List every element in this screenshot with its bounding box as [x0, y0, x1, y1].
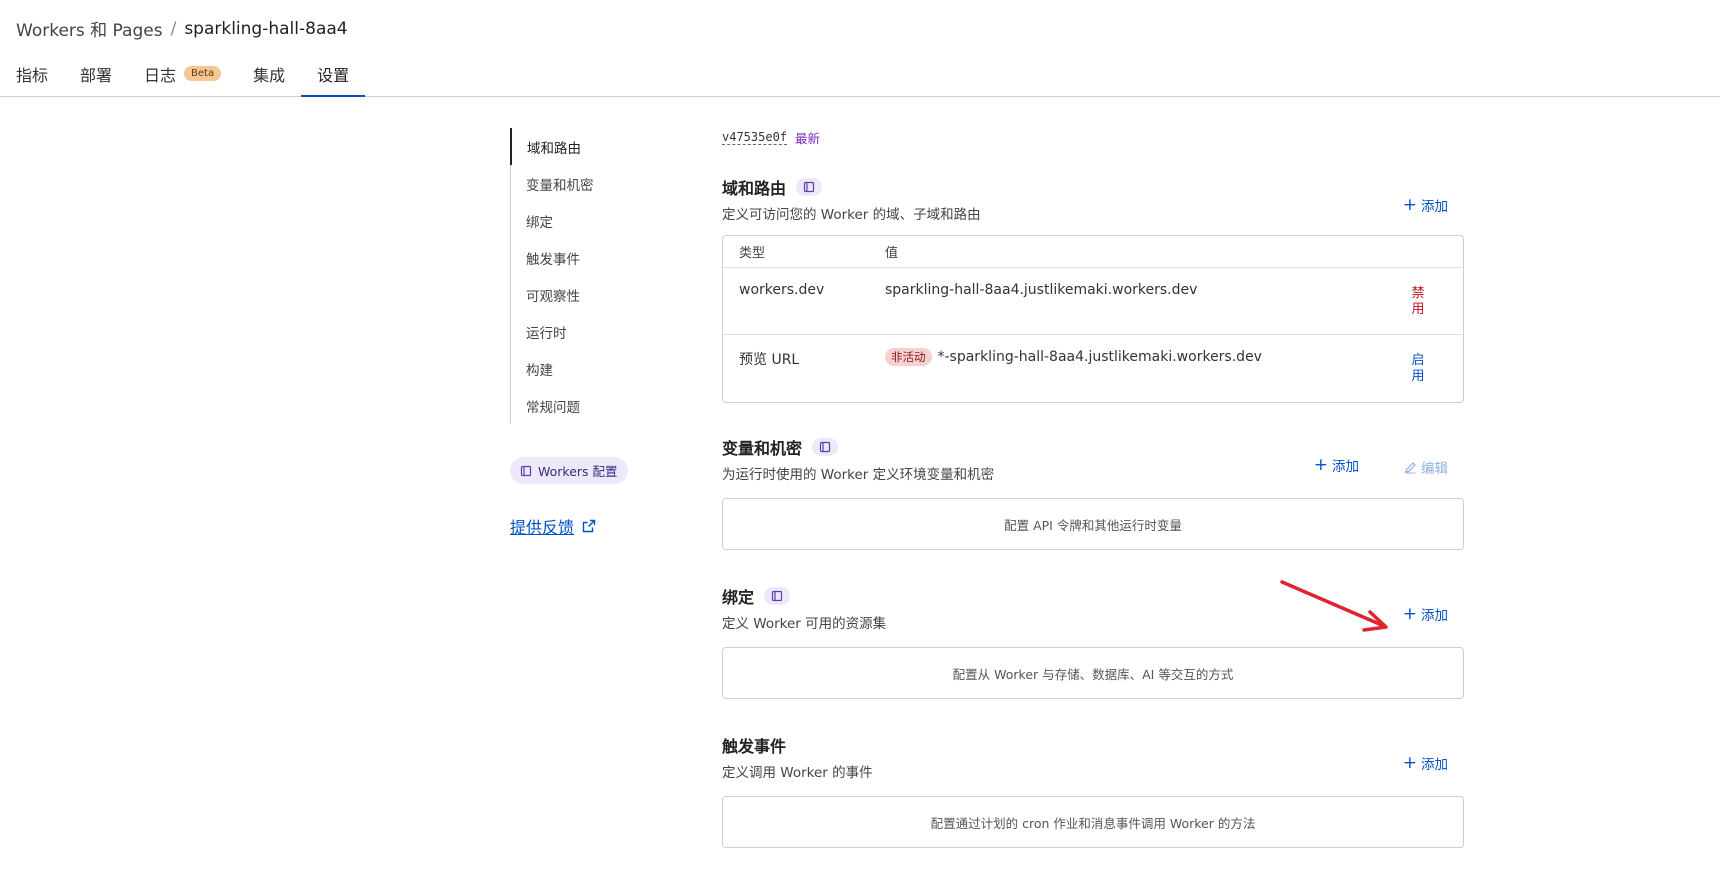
- row-value-wrap: 非活动 *-sparkling-hall-8aa4.justlikemaki.wo…: [885, 335, 1463, 402]
- breadcrumb-separator: /: [170, 18, 177, 39]
- header-value: 值: [885, 246, 899, 261]
- version-id[interactable]: v47535e0f: [722, 130, 788, 145]
- sidenav-item-bindings[interactable]: 绑定: [511, 202, 680, 239]
- add-label: 添加: [1421, 199, 1448, 215]
- row-value: *-sparkling-hall-8aa4.justlikemaki.worke…: [937, 349, 1262, 365]
- triggers-add-button[interactable]: + 添加: [1403, 753, 1448, 773]
- feedback-label: 提供反馈: [510, 518, 575, 537]
- tab-logs[interactable]: 日志 Beta: [128, 52, 237, 97]
- variables-edit-button[interactable]: 编辑: [1404, 457, 1448, 477]
- routes-table: 类型 值 workers.dev sparkling-hall-8aa4.jus…: [722, 235, 1464, 403]
- tab-metrics[interactable]: 指标: [0, 52, 64, 97]
- tab-settings[interactable]: 设置: [301, 52, 366, 97]
- add-label: 添加: [1421, 757, 1448, 773]
- triggers-empty-state: 配置通过计划的 cron 作业和消息事件调用 Worker 的方法: [722, 796, 1464, 848]
- triggers-desc: 定义调用 Worker 的事件: [722, 765, 873, 781]
- triggers-section-header: 触发事件 定义调用 Worker 的事件 + 添加: [722, 733, 1464, 781]
- tab-label: 设置: [317, 66, 350, 85]
- sidenav-item-observability[interactable]: 可观察性: [511, 276, 680, 313]
- domains-title: 域和路由: [722, 179, 787, 198]
- sidenav-item-build[interactable]: 构建: [511, 350, 680, 387]
- tab-bar: 指标 部署 日志 Beta 集成 设置: [0, 52, 1720, 97]
- sidenav-item-domains[interactable]: 域和路由: [510, 128, 680, 165]
- breadcrumb-root[interactable]: Workers 和 Pages: [16, 16, 163, 41]
- domains-add-button[interactable]: + 添加: [1403, 195, 1448, 215]
- workers-config-label: Workers 配置: [538, 464, 618, 479]
- header-type: 类型: [739, 246, 766, 261]
- external-link-icon: [582, 519, 596, 533]
- pencil-icon: [1405, 461, 1416, 473]
- tab-label: 集成: [253, 66, 286, 85]
- add-label: 添加: [1421, 608, 1448, 624]
- disable-button[interactable]: 禁用: [1409, 286, 1427, 318]
- version-row: v47535e0f 最新: [722, 128, 1464, 147]
- bindings-empty-state: 配置从 Worker 与存储、数据库、AI 等交互的方式: [722, 647, 1464, 699]
- docs-icon[interactable]: [812, 438, 839, 456]
- settings-sidenav: 域和路由 变量和机密 绑定 触发事件 可观察性 运行时 构建 常规问题: [510, 128, 680, 424]
- domains-desc: 定义可访问您的 Worker 的域、子域和路由: [722, 207, 981, 223]
- variables-add-button[interactable]: + 添加: [1314, 455, 1359, 475]
- tab-deployments[interactable]: 部署: [64, 52, 128, 97]
- row-value: sparkling-hall-8aa4.justlikemaki.workers…: [885, 282, 1198, 298]
- table-row: workers.dev sparkling-hall-8aa4.justlike…: [723, 268, 1463, 335]
- tab-label: 日志: [144, 66, 177, 85]
- breadcrumb-current: sparkling-hall-8aa4: [184, 18, 348, 39]
- tab-label: 指标: [16, 66, 49, 85]
- table-header: 类型 值: [723, 236, 1463, 268]
- feedback-link[interactable]: 提供反馈: [510, 514, 596, 538]
- edit-label: 编辑: [1421, 461, 1448, 477]
- docs-icon: [520, 465, 532, 476]
- beta-badge: Beta: [184, 66, 222, 81]
- domains-title-row: 域和路由: [722, 175, 1464, 199]
- domains-section-header: 域和路由 定义可访问您的 Worker 的域、子域和路由 + 添加: [722, 175, 1464, 223]
- triggers-title-row: 触发事件: [722, 733, 1464, 757]
- triggers-title: 触发事件: [722, 737, 787, 756]
- row-type: 预览 URL: [739, 352, 800, 368]
- breadcrumb: Workers 和 Pages / sparkling-hall-8aa4: [16, 16, 348, 42]
- tab-label: 部署: [80, 66, 113, 85]
- variables-section-header: 变量和机密 为运行时使用的 Worker 定义环境变量和机密 + 添加 编辑: [722, 435, 1464, 483]
- enable-button[interactable]: 启用: [1409, 353, 1427, 385]
- bindings-title: 绑定: [722, 588, 755, 607]
- workers-config-link[interactable]: Workers 配置: [510, 457, 628, 484]
- variables-empty-state: 配置 API 令牌和其他运行时变量: [722, 498, 1464, 550]
- docs-icon[interactable]: [764, 587, 791, 605]
- bindings-add-button[interactable]: + 添加: [1403, 604, 1448, 624]
- table-row: 预览 URL 非活动 *-sparkling-hall-8aa4.justlike…: [723, 335, 1463, 402]
- add-label: 添加: [1332, 459, 1359, 475]
- docs-icon[interactable]: [796, 178, 823, 196]
- version-latest-tag: 最新: [795, 131, 821, 146]
- settings-main: v47535e0f 最新 域和路由 定义可访问您的 Worker 的域、子域和路…: [722, 128, 1464, 848]
- plus-icon: +: [1313, 455, 1328, 475]
- sidenav-item-general[interactable]: 常规问题: [511, 387, 680, 424]
- row-type: workers.dev: [739, 282, 825, 298]
- tab-integrations[interactable]: 集成: [237, 52, 301, 97]
- variables-title: 变量和机密: [722, 439, 803, 458]
- sidenav-item-variables[interactable]: 变量和机密: [511, 165, 680, 202]
- annotation-arrow-icon: [1280, 580, 1388, 632]
- plus-icon: +: [1402, 195, 1417, 215]
- plus-icon: +: [1402, 604, 1417, 624]
- sidenav-item-runtime[interactable]: 运行时: [511, 313, 680, 350]
- plus-icon: +: [1402, 753, 1417, 773]
- sidenav-item-triggers[interactable]: 触发事件: [511, 239, 680, 276]
- inactive-badge: 非活动: [885, 348, 932, 366]
